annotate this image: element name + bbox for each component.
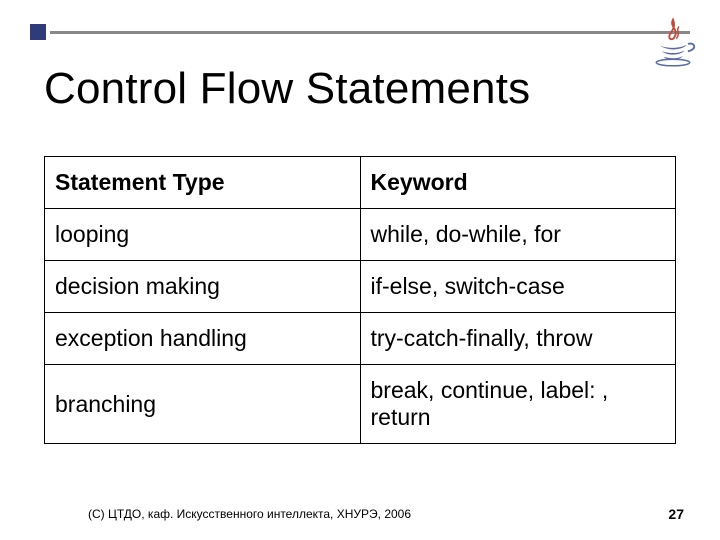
- cell-keyword: break, continue, label: , return: [360, 365, 676, 444]
- header-statement-type: Statement Type: [45, 157, 361, 209]
- cell-keyword: while, do-while, for: [360, 209, 676, 261]
- cell-type: branching: [45, 365, 361, 444]
- footer-copyright: (С) ЦТДО, каф. Искусственного интеллекта…: [88, 507, 411, 521]
- slide-title: Control Flow Statements: [44, 64, 530, 114]
- header-keyword: Keyword: [360, 157, 676, 209]
- slide: Control Flow Statements Statement Type K…: [0, 0, 720, 540]
- table-row: branching break, continue, label: , retu…: [45, 365, 676, 444]
- table-header-row: Statement Type Keyword: [45, 157, 676, 209]
- cell-type: decision making: [45, 261, 361, 313]
- footer: (С) ЦТДО, каф. Искусственного интеллекта…: [0, 506, 720, 522]
- table-row: exception handling try-catch-finally, th…: [45, 313, 676, 365]
- cell-keyword: if-else, switch-case: [360, 261, 676, 313]
- table-row: decision making if-else, switch-case: [45, 261, 676, 313]
- page-number: 27: [668, 506, 684, 522]
- table-row: looping while, do-while, for: [45, 209, 676, 261]
- accent-bar: [30, 29, 690, 35]
- accent-line: [50, 31, 690, 34]
- java-logo-icon: [644, 14, 702, 70]
- cell-keyword: try-catch-finally, throw: [360, 313, 676, 365]
- cell-type: looping: [45, 209, 361, 261]
- cell-type: exception handling: [45, 313, 361, 365]
- accent-square: [30, 24, 46, 40]
- statements-table: Statement Type Keyword looping while, do…: [44, 156, 676, 444]
